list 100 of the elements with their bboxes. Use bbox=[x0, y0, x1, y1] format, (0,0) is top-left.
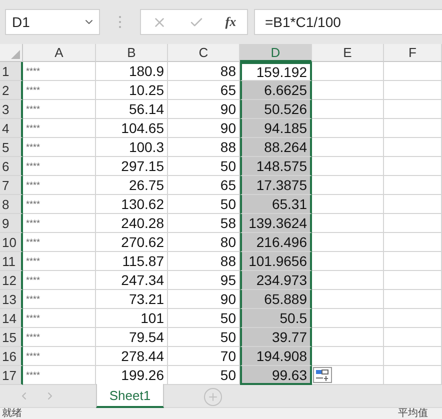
row-header[interactable]: 2 bbox=[0, 81, 23, 100]
table-cell: 88.264 bbox=[240, 138, 312, 157]
empty-cell bbox=[384, 214, 442, 233]
empty-cell bbox=[384, 157, 442, 176]
empty-cell bbox=[384, 176, 442, 195]
table-cell: 26.75 bbox=[96, 176, 168, 195]
table-cell: 79.54 bbox=[96, 328, 168, 347]
table-cell: 101.9656 bbox=[240, 252, 312, 271]
column-header[interactable]: F bbox=[384, 44, 442, 62]
insert-function-button[interactable]: fx bbox=[225, 14, 236, 30]
status-text: 就绪 bbox=[2, 408, 22, 419]
table-cell: **** bbox=[23, 290, 96, 309]
row-header[interactable]: 16 bbox=[0, 347, 23, 366]
table-cell: **** bbox=[23, 157, 96, 176]
table-cell: 65.31 bbox=[240, 195, 312, 214]
empty-cell bbox=[384, 252, 442, 271]
table-cell: 130.62 bbox=[96, 195, 168, 214]
table-cell: 234.973 bbox=[240, 271, 312, 290]
column-header[interactable]: D bbox=[240, 44, 312, 62]
table-cell: 104.65 bbox=[96, 119, 168, 138]
row-header[interactable]: 17 bbox=[0, 366, 23, 385]
select-all-corner[interactable] bbox=[0, 44, 23, 62]
table-cell: 216.496 bbox=[240, 233, 312, 252]
empty-cell bbox=[384, 309, 442, 328]
table-cell: 99.63 bbox=[240, 366, 312, 385]
empty-cell bbox=[384, 195, 442, 214]
average-label: 平均值 bbox=[398, 408, 428, 419]
sheet-tab[interactable]: Sheet1 bbox=[96, 384, 164, 408]
row-header[interactable]: 3 bbox=[0, 100, 23, 119]
row-header[interactable]: 7 bbox=[0, 176, 23, 195]
row-header[interactable]: 8 bbox=[0, 195, 23, 214]
column-header[interactable]: C bbox=[168, 44, 240, 62]
empty-cell bbox=[384, 328, 442, 347]
table-cell: **** bbox=[23, 328, 96, 347]
table-cell: 159.192 bbox=[240, 62, 312, 81]
add-sheet-button[interactable] bbox=[204, 388, 222, 406]
row-header[interactable]: 6 bbox=[0, 157, 23, 176]
triangle-icon bbox=[11, 50, 20, 59]
table-cell: 10.25 bbox=[96, 81, 168, 100]
table-cell: **** bbox=[23, 62, 96, 81]
plus-icon bbox=[207, 391, 219, 403]
table-cell: 148.575 bbox=[240, 157, 312, 176]
table-cell: 65.889 bbox=[240, 290, 312, 309]
table-cell: 278.44 bbox=[96, 347, 168, 366]
table-cell: **** bbox=[23, 214, 96, 233]
table-cell: 297.15 bbox=[96, 157, 168, 176]
table-cell: **** bbox=[23, 271, 96, 290]
table-cell: 39.77 bbox=[240, 328, 312, 347]
empty-cell bbox=[384, 347, 442, 366]
table-cell: **** bbox=[23, 195, 96, 214]
empty-cell bbox=[384, 138, 442, 157]
row-header[interactable]: 1 bbox=[0, 62, 23, 81]
drag-handle-icon[interactable] bbox=[118, 15, 122, 29]
row-header[interactable]: 14 bbox=[0, 309, 23, 328]
table-cell: **** bbox=[23, 138, 96, 157]
formula-field[interactable]: =B1*C1/100 bbox=[254, 9, 442, 35]
table-cell: **** bbox=[23, 252, 96, 271]
row-header[interactable]: 12 bbox=[0, 271, 23, 290]
table-cell: 115.87 bbox=[96, 252, 168, 271]
table-cell: 101 bbox=[96, 309, 168, 328]
row-header[interactable]: 11 bbox=[0, 252, 23, 271]
table-cell: 240.28 bbox=[96, 214, 168, 233]
table-cell: 139.3624 bbox=[240, 214, 312, 233]
column-header[interactable]: E bbox=[312, 44, 384, 62]
empty-cell bbox=[384, 81, 442, 100]
column-header[interactable]: B bbox=[96, 44, 168, 62]
table-cell: 17.3875 bbox=[240, 176, 312, 195]
table-cell: **** bbox=[23, 233, 96, 252]
table-cell: **** bbox=[23, 309, 96, 328]
row-header[interactable]: 13 bbox=[0, 290, 23, 309]
table-cell: 194.908 bbox=[240, 347, 312, 366]
table-cell: 56.14 bbox=[96, 100, 168, 119]
row-header[interactable]: 15 bbox=[0, 328, 23, 347]
table-cell: 50.5 bbox=[240, 309, 312, 328]
row-header[interactable]: 5 bbox=[0, 138, 23, 157]
table-cell: 94.185 bbox=[240, 119, 312, 138]
table-cell: 180.9 bbox=[96, 62, 168, 81]
row-header[interactable]: 9 bbox=[0, 214, 23, 233]
table-cell: 100.3 bbox=[96, 138, 168, 157]
table-cell: **** bbox=[23, 347, 96, 366]
row-header[interactable]: 4 bbox=[0, 119, 23, 138]
empty-cell bbox=[384, 290, 442, 309]
table-cell: 73.21 bbox=[96, 290, 168, 309]
column-header[interactable]: A bbox=[23, 44, 96, 62]
table-cell: 247.34 bbox=[96, 271, 168, 290]
table-cell: 270.62 bbox=[96, 233, 168, 252]
table-cell: **** bbox=[23, 119, 96, 138]
empty-cell bbox=[384, 119, 442, 138]
table-cell: **** bbox=[23, 100, 96, 119]
empty-cell bbox=[384, 233, 442, 252]
name-box[interactable]: D1 bbox=[5, 9, 100, 35]
empty-cell bbox=[384, 100, 442, 119]
table-cell: **** bbox=[23, 81, 96, 100]
table-cell: **** bbox=[23, 176, 96, 195]
empty-cell bbox=[384, 271, 442, 290]
table-cell: 50.526 bbox=[240, 100, 312, 119]
quick-analysis-icon[interactable] bbox=[313, 367, 332, 383]
table-cell: 6.6625 bbox=[240, 81, 312, 100]
row-header[interactable]: 10 bbox=[0, 233, 23, 252]
empty-cell bbox=[384, 62, 442, 81]
